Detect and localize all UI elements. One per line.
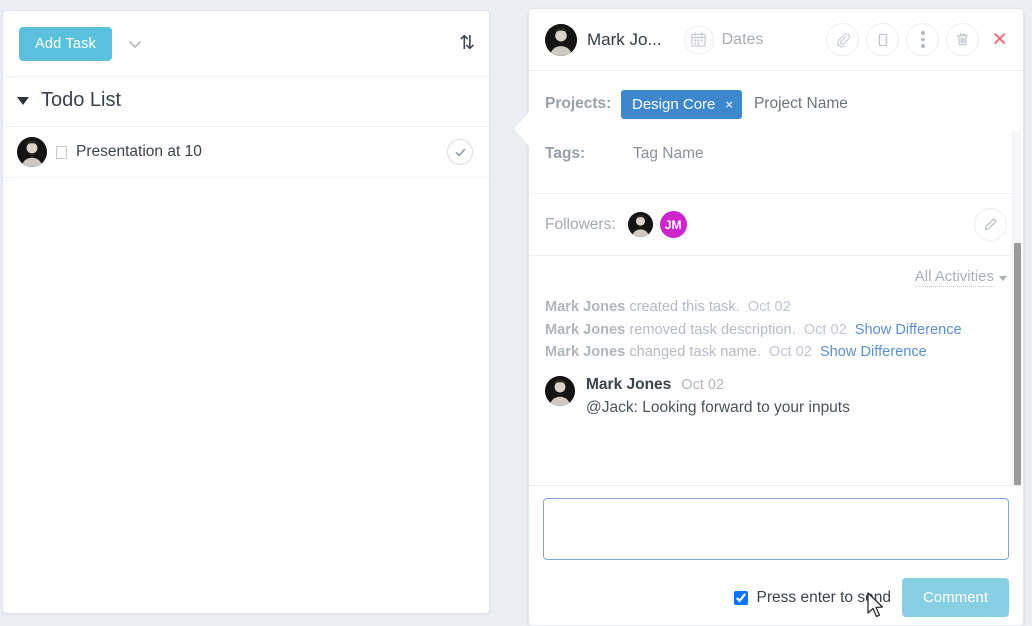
project-chip[interactable]: Design Core × <box>621 90 742 119</box>
panel-pointer-notch <box>514 112 529 146</box>
meta-section: Projects: Design Core × Project Name Tag… <box>529 71 1023 194</box>
projects-row: Projects: Design Core × Project Name <box>545 87 1007 121</box>
detail-body: Projects: Design Core × Project Name Tag… <box>529 71 1023 626</box>
assignee-name[interactable]: Mark Jo... <box>587 30 662 50</box>
activity-date: Oct 02 <box>804 322 847 338</box>
check-circle-icon[interactable] <box>447 139 473 165</box>
pencil-icon[interactable] <box>974 208 1007 241</box>
show-difference-link[interactable]: Show Difference <box>820 344 927 360</box>
activity-entry: Mark Jones changed task name. Oct 02 Sho… <box>545 341 1007 364</box>
activity-action: created this task. <box>629 299 739 315</box>
tags-row: Tags: Tag Name <box>545 137 1007 171</box>
app-stage: Add Task ⇅ Todo List Presen <box>0 0 1032 626</box>
follower-avatar-photo[interactable] <box>628 212 653 237</box>
followers-avatars: JM <box>628 211 687 238</box>
comment-input[interactable] <box>543 498 1009 560</box>
all-activities-dropdown[interactable]: All Activities <box>915 268 994 287</box>
followers-section: Followers: JM <box>529 194 1023 256</box>
follower-avatar-jm[interactable]: JM <box>660 211 687 238</box>
activity-date: Oct 02 <box>769 344 812 360</box>
task-list-toolbar: Add Task ⇅ <box>3 11 489 77</box>
activity-action: changed task name. <box>629 344 760 360</box>
composer-actions: Press enter to send Comment <box>543 578 1009 617</box>
comment-avatar <box>545 376 575 406</box>
comment-header: Mark Jones Oct 02 <box>586 376 1007 394</box>
show-difference-link[interactable]: Show Difference <box>855 322 962 338</box>
activity-action: removed task description. <box>629 322 795 338</box>
caret-down-icon[interactable] <box>999 276 1007 281</box>
activity-user: Mark Jones <box>545 299 625 315</box>
task-detail-panel: Mark Jo... Dates <box>528 8 1024 626</box>
comment-composer: Press enter to send Comment <box>529 485 1023 626</box>
comment-body: Mark Jones Oct 02 @Jack: Looking forward… <box>586 376 1007 417</box>
paperclip-icon[interactable] <box>826 23 859 56</box>
todo-group-title: Todo List <box>41 89 121 112</box>
three-dots-vertical-icon[interactable] <box>906 23 939 56</box>
dates-label: Dates <box>722 31 764 49</box>
followers-label: Followers: <box>545 216 616 234</box>
chevron-down-icon[interactable] <box>124 33 146 55</box>
assignee-avatar[interactable] <box>545 24 577 56</box>
add-task-button[interactable]: Add Task <box>19 27 112 61</box>
comment-date: Oct 02 <box>681 377 724 393</box>
activity-filter[interactable]: All Activities <box>545 266 1007 296</box>
comment-item: Mark Jones Oct 02 @Jack: Looking forward… <box>545 364 1007 431</box>
calendar-icon[interactable] <box>684 25 714 55</box>
activity-entry: Mark Jones removed task description. Oct… <box>545 319 1007 342</box>
task-checkbox-glyph[interactable] <box>56 146 67 159</box>
task-name: Presentation at 10 <box>76 143 202 161</box>
tag-name-input[interactable]: Tag Name <box>633 145 704 163</box>
task-list-panel: Add Task ⇅ Todo List Presen <box>2 10 490 614</box>
comment-text: @Jack: Looking forward to your inputs <box>586 399 1007 417</box>
activity-section: All Activities Mark Jones created this t… <box>529 256 1023 431</box>
task-row[interactable]: Presentation at 10 <box>3 127 489 178</box>
close-icon[interactable]: × <box>986 27 1015 52</box>
sort-icon[interactable]: ⇅ <box>459 34 473 53</box>
comment-submit-button[interactable]: Comment <box>902 578 1009 617</box>
user-avatar <box>17 137 47 167</box>
activity-user: Mark Jones <box>545 322 625 338</box>
dates-control[interactable]: Dates <box>684 25 764 55</box>
activity-user: Mark Jones <box>545 344 625 360</box>
note-icon[interactable] <box>866 23 899 56</box>
comment-author: Mark Jones <box>586 376 671 394</box>
press-enter-checkbox[interactable] <box>734 591 748 605</box>
activity-date: Oct 02 <box>748 299 791 315</box>
detail-header: Mark Jo... Dates <box>529 9 1023 71</box>
detail-header-actions: × <box>826 23 1015 56</box>
tags-label: Tags: <box>545 145 621 163</box>
triangle-down-icon[interactable] <box>17 97 29 105</box>
project-chip-label: Design Core <box>632 96 715 113</box>
todo-group-header[interactable]: Todo List <box>3 77 489 127</box>
projects-label: Projects: <box>545 95 621 113</box>
project-chip-remove-icon[interactable]: × <box>725 97 733 112</box>
activity-entry: Mark Jones created this task. Oct 02 <box>545 296 1007 319</box>
trash-icon[interactable] <box>946 23 979 56</box>
project-name-input[interactable]: Project Name <box>754 95 848 113</box>
mouse-cursor <box>866 592 886 620</box>
